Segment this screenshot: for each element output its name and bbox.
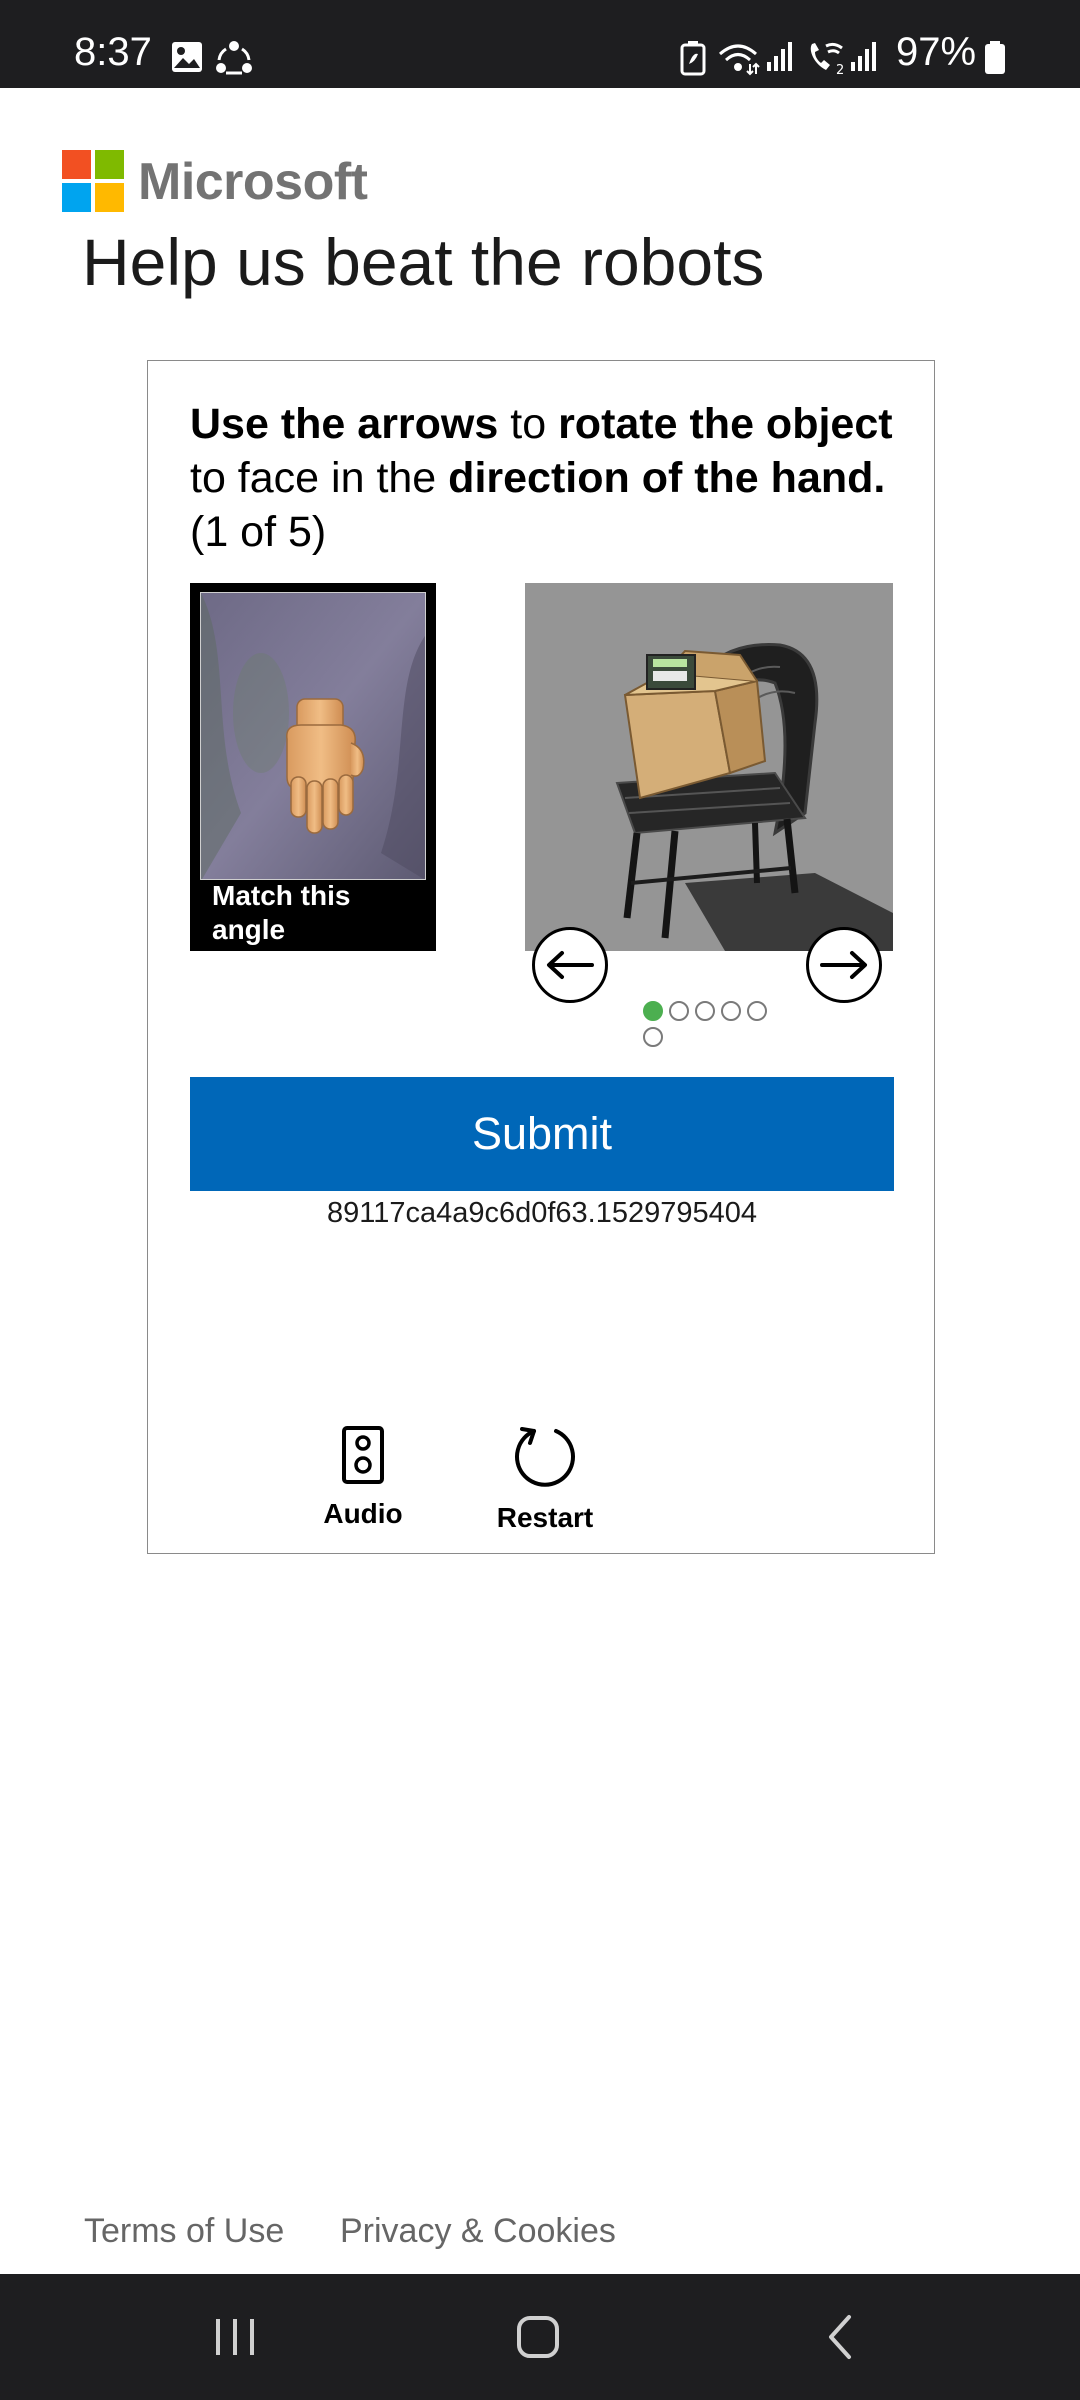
carousel-dot[interactable] [643, 1027, 663, 1047]
carousel-dot[interactable] [721, 1001, 741, 1021]
terms-of-use-link[interactable]: Terms of Use [84, 2212, 284, 2251]
restart-icon [515, 1427, 575, 1487]
page-title: Help us beat the robots [82, 225, 765, 299]
status-time: 8:37 [74, 30, 152, 74]
svg-text:2: 2 [836, 63, 844, 76]
rotate-right-button[interactable] [806, 927, 882, 1003]
home-button[interactable] [458, 2274, 618, 2400]
instruction-part: direction of the hand. [448, 454, 886, 502]
back-icon [829, 2315, 851, 2359]
instruction-part: Use the arrows [190, 400, 499, 448]
captcha-card: Use the arrows to rotate the object to f… [147, 360, 935, 1554]
rotate-left-button[interactable] [532, 927, 608, 1003]
hand-reference-image [200, 592, 426, 880]
privacy-cookies-link[interactable]: Privacy & Cookies [340, 2212, 616, 2251]
back-button[interactable] [760, 2274, 920, 2400]
signal-2-icon [850, 40, 880, 77]
battery-saver-icon [680, 40, 706, 81]
instruction-part: to [498, 400, 559, 448]
rotatable-object-image[interactable] [525, 583, 893, 951]
audio-label: Audio [323, 1498, 403, 1529]
reference-panel: Match this angle [190, 583, 436, 951]
navigation-bar [0, 2274, 1080, 2400]
signal-icon [766, 40, 796, 77]
speaker-icon [342, 1426, 384, 1484]
microsoft-logo [62, 150, 124, 212]
carousel-dot[interactable] [695, 1001, 715, 1021]
arrow-right-icon [820, 951, 867, 979]
submit-button[interactable]: Submit [190, 1077, 894, 1191]
audio-button[interactable]: Audio [298, 1425, 428, 1530]
home-icon [517, 2316, 559, 2358]
challenge-instructions: Use the arrows to rotate the object to f… [190, 397, 900, 559]
battery-icon [984, 40, 1006, 81]
status-bar: 8:37 2 97% [0, 0, 1080, 88]
carousel-dot-active[interactable] [643, 1001, 663, 1021]
arrow-left-icon [547, 951, 594, 979]
instruction-part: (1 of 5) [190, 508, 327, 556]
image-notification-icon [170, 40, 204, 79]
restart-label: Restart [496, 1502, 594, 1533]
battery-percent: 97% [896, 30, 977, 74]
carousel-dot[interactable] [747, 1001, 767, 1021]
carousel-dot[interactable] [669, 1001, 689, 1021]
instruction-part: to face in the [190, 454, 449, 502]
wifi-calling-icon: 2 [806, 40, 848, 81]
recent-apps-button[interactable] [155, 2274, 315, 2400]
microsoft-wordmark: Microsoft [138, 153, 368, 211]
recent-apps-icon [216, 2319, 254, 2355]
wifi-icon [716, 40, 760, 81]
instruction-part: rotate the object [558, 400, 893, 448]
reference-caption: Match this angle [212, 880, 351, 945]
session-id: 89117ca4a9c6d0f63.1529795404 [326, 1197, 758, 1229]
sync-notification-icon [214, 40, 254, 81]
restart-button[interactable]: Restart [480, 1425, 610, 1534]
